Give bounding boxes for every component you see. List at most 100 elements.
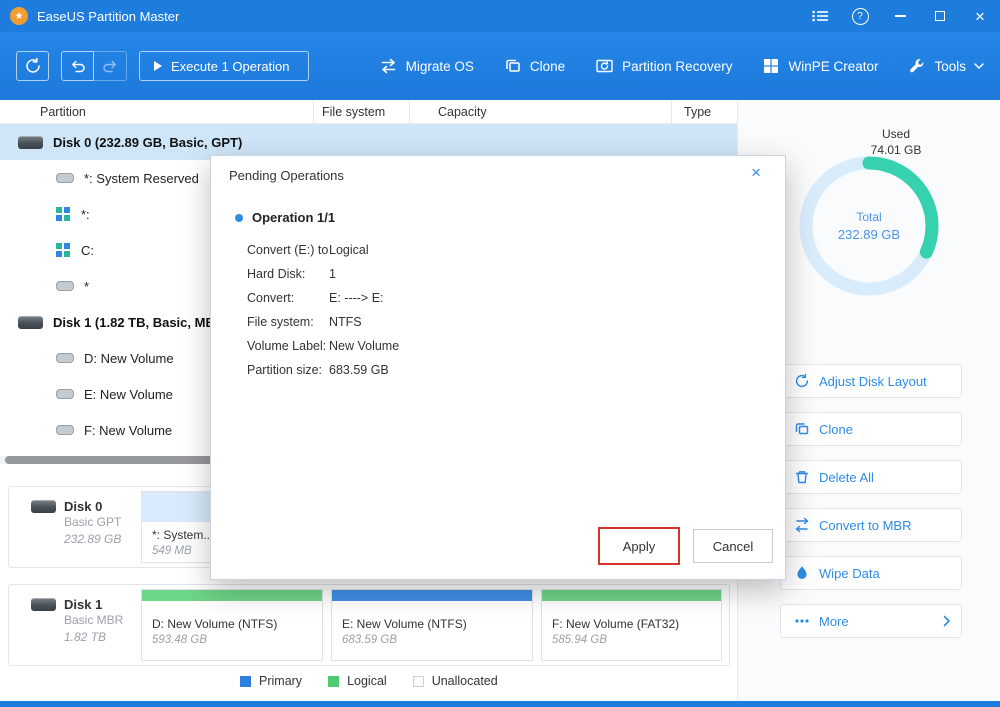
migrate-os-button[interactable]: Migrate OS (379, 57, 474, 75)
chevron-down-icon (974, 63, 984, 70)
legend-label: Logical (347, 674, 387, 688)
more-button[interactable]: More (780, 604, 962, 638)
undo-button[interactable] (61, 51, 94, 81)
column-header-partition[interactable]: Partition (0, 100, 314, 123)
operation-details: Convert (E:) to Logical Hard Disk: 1 Con… (211, 238, 785, 382)
migrate-os-label: Migrate OS (406, 59, 474, 74)
row-label: Disk 0 (232.89 GB, Basic, GPT) (53, 135, 242, 150)
disk-layout: Basic MBR (64, 612, 141, 629)
partition-recovery-label: Partition Recovery (622, 59, 732, 74)
window-bottom-edge (0, 701, 1000, 707)
app-title: EaseUS Partition Master (37, 9, 179, 24)
row-label: F: New Volume (84, 423, 172, 438)
refresh-icon (24, 57, 42, 75)
field-value: NTFS (329, 315, 362, 329)
clone-disk-button[interactable]: Clone (780, 412, 962, 446)
winpe-creator-icon (762, 57, 780, 75)
sidebar-button-label: Adjust Disk Layout (819, 374, 927, 389)
delete-all-button[interactable]: Delete All (780, 460, 962, 494)
dialog-close-icon[interactable]: × (751, 164, 761, 181)
more-dots-icon (794, 613, 810, 629)
adjust-layout-icon (794, 373, 810, 389)
trash-icon (794, 469, 810, 485)
cancel-button[interactable]: Cancel (693, 529, 773, 563)
undo-icon (69, 57, 87, 75)
field-row: Hard Disk: 1 (211, 262, 785, 286)
help-icon: ? (852, 8, 869, 25)
legend-label: Unallocated (432, 674, 498, 688)
apply-button[interactable]: Apply (598, 527, 680, 565)
row-label: Disk 1 (1.82 TB, Basic, MBR) (53, 315, 229, 330)
close-icon: × (975, 8, 985, 25)
column-header-filesystem[interactable]: File system (314, 100, 410, 123)
row-label: D: New Volume (84, 351, 174, 366)
disk1-info[interactable]: Disk 1 Basic MBR 1.82 TB (9, 585, 141, 665)
table-header: Partition File system Capacity Type (0, 100, 737, 124)
convert-to-mbr-button[interactable]: Convert to MBR (780, 508, 962, 542)
minimize-button[interactable] (880, 0, 920, 32)
column-header-type[interactable]: Type (672, 100, 737, 123)
row-label: *: (81, 207, 90, 222)
clone-icon (504, 57, 522, 75)
partition-icon (56, 173, 74, 183)
field-label: Volume Label: (211, 339, 329, 353)
disk-name: Disk 0 (64, 499, 102, 514)
disk0-info[interactable]: Disk 0 Basic GPT 232.89 GB (9, 487, 141, 567)
refresh-button[interactable] (16, 51, 49, 81)
tools-button[interactable]: Tools (908, 57, 984, 75)
dialog-title: Pending Operations (229, 168, 344, 183)
partition-grid-icon (56, 243, 71, 258)
operation-header: Operation 1/1 (235, 210, 335, 225)
partition-size: 683.59 GB (342, 634, 522, 646)
clone-button[interactable]: Clone (504, 57, 565, 75)
row-label: C: (81, 243, 94, 258)
sidebar-button-label: Delete All (819, 470, 874, 485)
partition-block-f[interactable]: F: New Volume (FAT32) 585.94 GB (541, 589, 722, 661)
field-row: Partition size: 683.59 GB (211, 358, 785, 382)
total-value: 232.89 GB (787, 227, 951, 242)
partition-color-strip (332, 590, 532, 601)
winpe-creator-label: WinPE Creator (788, 59, 878, 74)
migrate-os-icon (379, 57, 398, 75)
help-button[interactable]: ? (840, 0, 880, 32)
partition-label: E: New Volume (NTFS) (342, 617, 522, 631)
field-value: 1 (329, 267, 336, 281)
maximize-icon (935, 11, 945, 21)
partition-color-strip (142, 590, 322, 601)
partition-block-e[interactable]: E: New Volume (NTFS) 683.59 GB (331, 589, 533, 661)
chevron-right-icon (943, 615, 951, 627)
column-header-capacity[interactable]: Capacity (410, 100, 672, 123)
titlebar: ★ EaseUS Partition Master ? × (0, 0, 1000, 32)
partition-size: 585.94 GB (552, 634, 711, 646)
convert-icon (794, 517, 810, 533)
close-button[interactable]: × (960, 0, 1000, 32)
hard-disk-icon (18, 136, 43, 149)
clone-icon (794, 421, 810, 437)
toolbar: Execute 1 Operation Migrate OS Clone Par… (0, 32, 1000, 100)
used-label: Used (846, 126, 946, 142)
field-value: E: ----> E: (329, 291, 384, 305)
field-value: New Volume (329, 339, 399, 353)
partition-icon (56, 281, 74, 291)
menu-list-icon[interactable] (800, 0, 840, 32)
legend-label: Primary (259, 674, 302, 688)
total-label: Total (787, 210, 951, 224)
minimize-icon (895, 15, 906, 17)
partition-recovery-button[interactable]: Partition Recovery (595, 57, 732, 75)
sidebar-button-label: Wipe Data (819, 566, 880, 581)
operation-label: Operation 1/1 (252, 210, 335, 225)
wipe-data-button[interactable]: Wipe Data (780, 556, 962, 590)
adjust-disk-layout-button[interactable]: Adjust Disk Layout (780, 364, 962, 398)
partition-block-d[interactable]: D: New Volume (NTFS) 593.48 GB (141, 589, 323, 661)
field-row: Convert: E: ----> E: (211, 286, 785, 310)
disk-size: 1.82 TB (64, 629, 141, 646)
winpe-creator-button[interactable]: WinPE Creator (762, 57, 878, 75)
partition-recovery-icon (595, 57, 614, 75)
maximize-button[interactable] (920, 0, 960, 32)
field-row: Volume Label: New Volume (211, 334, 785, 358)
execute-operation-button[interactable]: Execute 1 Operation (139, 51, 309, 81)
play-icon (154, 61, 162, 71)
disk1-map-card: Disk 1 Basic MBR 1.82 TB D: New Volume (… (8, 584, 730, 666)
field-label: Convert: (211, 291, 329, 305)
redo-button[interactable] (94, 51, 127, 81)
